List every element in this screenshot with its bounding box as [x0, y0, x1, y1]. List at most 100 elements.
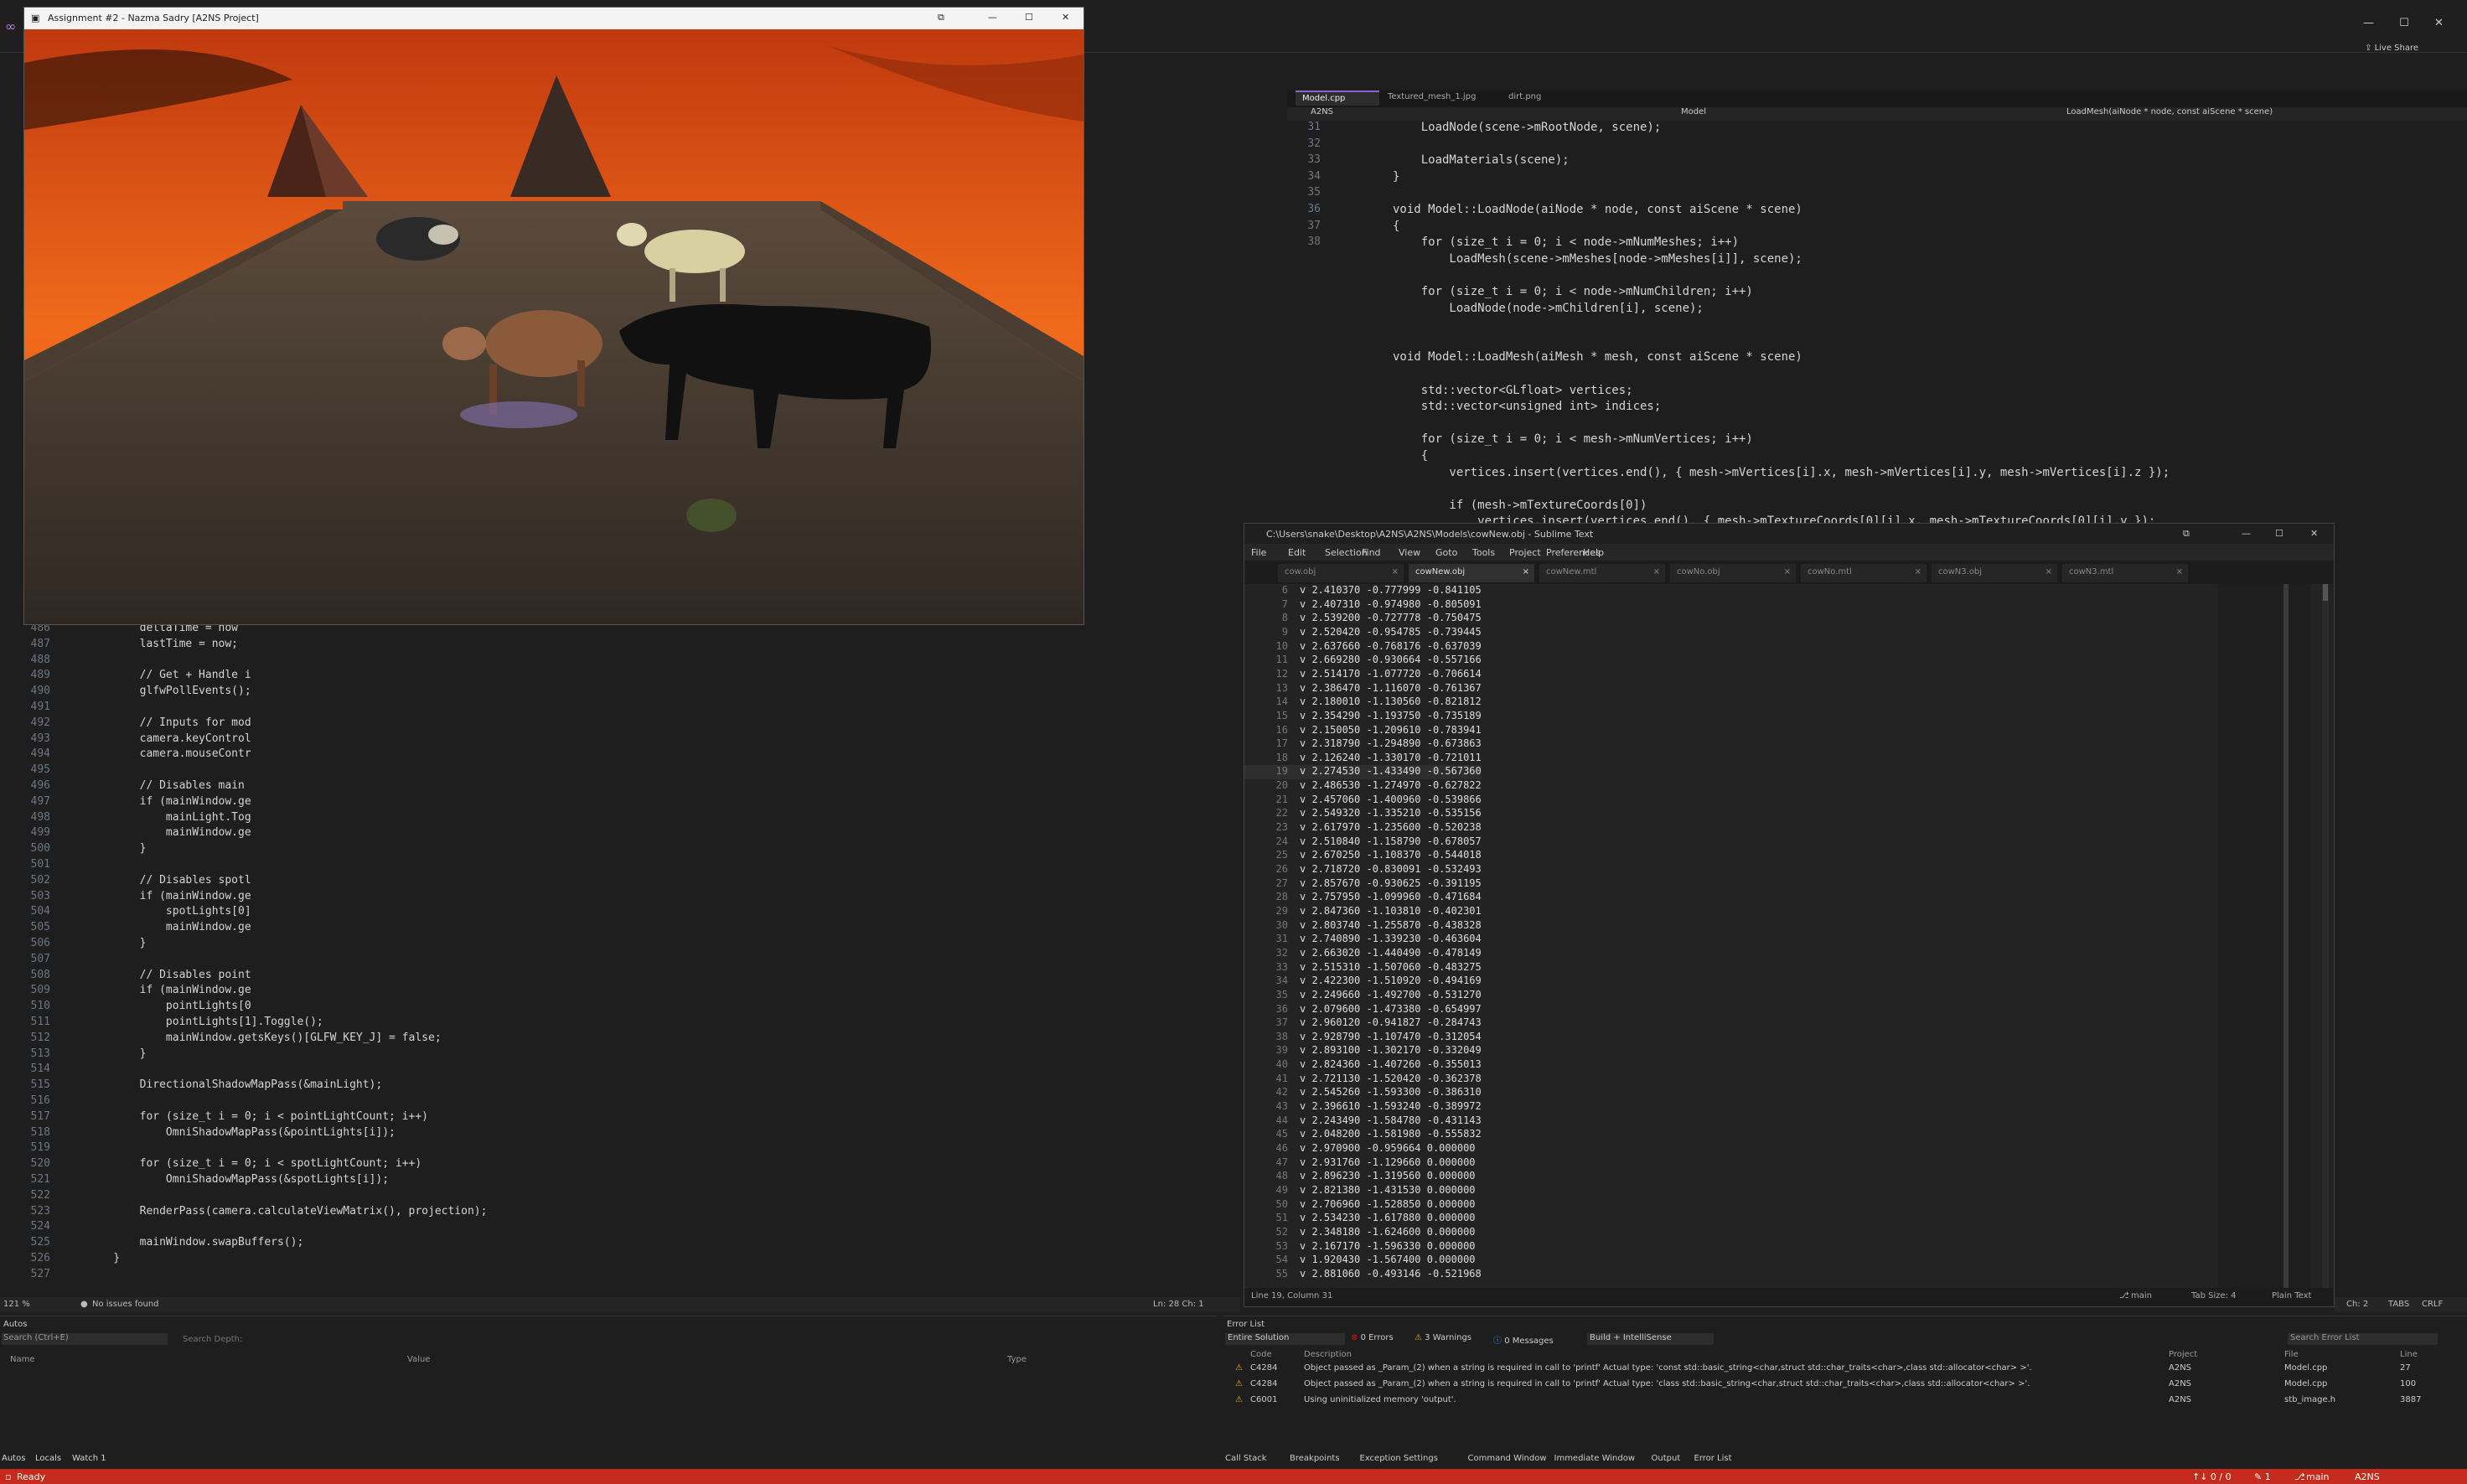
menu-item-find[interactable]: Find [1362, 547, 1381, 558]
close-icon[interactable]: × [1915, 567, 1921, 577]
close-icon[interactable]: × [1653, 567, 1660, 577]
line-number: 20 [1275, 779, 1288, 792]
scope-dropdown[interactable]: A2NS [1311, 107, 1333, 116]
git-repo[interactable]: A2NS [2355, 1471, 2380, 1482]
tab-size[interactable]: Tab Size: 4 [2191, 1291, 2237, 1300]
code-editor[interactable]: Model.cpp Textured_mesh_1.jpg dirt.png A… [1287, 87, 2467, 528]
sublime-window[interactable]: C:\Users\snake\Desktop\A2NS\A2NS\Models\… [1244, 523, 2335, 1307]
tab-command-window[interactable]: Command Window [1468, 1454, 1547, 1463]
menu-item-help[interactable]: Help [1583, 547, 1604, 558]
warnings-filter[interactable]: ⚠ 3 Warnings [1415, 1333, 1471, 1342]
tab-exception-settings[interactable]: Exception Settings [1360, 1454, 1438, 1463]
maximize-button[interactable]: ☐ [1025, 12, 1033, 23]
sublime-tab[interactable]: cow.obj × [1278, 564, 1404, 582]
game-title: Assignment #2 - Nazma Sadry [A2NS Projec… [48, 13, 259, 23]
line-number: 527 [30, 1267, 50, 1280]
method-dropdown[interactable]: LoadMesh(aiNode * node, const aiScene * … [2066, 107, 2273, 116]
sublime-tab[interactable]: cowN3.obj × [1932, 564, 2057, 582]
tab-locals[interactable]: Locals [35, 1454, 61, 1463]
sublime-tab[interactable]: cowNo.obj × [1670, 564, 1796, 582]
maximize-button[interactable]: ☐ [2275, 528, 2283, 539]
menu-item-edit[interactable]: Edit [1288, 547, 1306, 558]
error-line: 27 [2400, 1363, 2411, 1373]
close-icon[interactable]: × [2045, 567, 2052, 577]
tab-immediate-window[interactable]: Immediate Window [1554, 1454, 1636, 1463]
code-text: // Get + Handle i [87, 669, 251, 682]
messages-filter[interactable]: ⓘ 0 Messages [1493, 1333, 1554, 1346]
tab-output[interactable]: Output [1652, 1454, 1681, 1463]
minimize-button[interactable]: — [2242, 528, 2251, 539]
game-window[interactable]: ▣ Assignment #2 - Nazma Sadry [A2NS Proj… [23, 7, 1084, 625]
indent-mode[interactable]: TABS [2388, 1300, 2409, 1309]
close-icon[interactable]: × [2176, 567, 2183, 577]
git-changes[interactable]: ✎ 1 [2254, 1471, 2271, 1482]
line-text: v 2.486530 -1.274970 -0.627822 [1300, 779, 1482, 792]
syntax-label[interactable]: Plain Text [2272, 1291, 2311, 1300]
line-text: v 2.167170 -1.596330 0.000000 [1300, 1239, 1476, 1252]
scrollbar[interactable] [2322, 584, 2329, 1295]
main-cpp-editor[interactable]: 486 deltaTime = now 487 lastTime = now; 48… [0, 622, 1240, 1300]
menu-item-tools[interactable]: Tools [1472, 547, 1495, 558]
sublime-tab[interactable]: cowN3.mtl × [2062, 564, 2188, 582]
live-share-button[interactable]: ⇪ Live Share [2365, 44, 2418, 53]
sublime-text-area[interactable]: 6 v 2.410370 -0.777999 -0.841105 7 v 2.4073… [1244, 584, 2216, 1295]
errors-filter[interactable]: ⊗ 0 Errors [1351, 1333, 1394, 1342]
close-icon[interactable]: × [1784, 567, 1791, 577]
text-line: 13 v 2.386470 -1.116070 -0.761367 [1244, 682, 1482, 696]
tab-textured-mesh[interactable]: Textured_mesh_1.jpg [1381, 90, 1498, 106]
tab-breakpoints[interactable]: Breakpoints [1290, 1454, 1340, 1463]
text-line: 32 v 2.663020 -1.440490 -0.478149 [1244, 947, 1482, 961]
menu-item-file[interactable]: File [1251, 547, 1266, 558]
autos-search-input[interactable]: Search (Ctrl+E) [2, 1333, 168, 1345]
minimize-button[interactable]: — [2363, 17, 2374, 29]
line-number: 19 [1275, 765, 1288, 778]
code-text: mainWindow.ge [87, 921, 251, 934]
error-row[interactable]: ⚠ C4284 Object passed as _Param_(2) when a… [1223, 1363, 2464, 1378]
minimize-button[interactable]: — [988, 12, 997, 23]
error-row[interactable]: ⚠ C4284 Object passed as _Param_(2) when a… [1223, 1379, 2464, 1394]
menu-item-view[interactable]: View [1399, 547, 1420, 558]
capture-icon[interactable]: ⧉ [2183, 528, 2190, 540]
tab-call-stack[interactable]: Call Stack [1225, 1454, 1267, 1463]
tab-watch[interactable]: Watch 1 [72, 1454, 106, 1463]
line-text: v 2.457060 -1.400960 -0.539866 [1300, 793, 1482, 805]
sublime-tab[interactable]: cowNew.mtl × [1539, 564, 1665, 582]
line-endings[interactable]: CRLF [2422, 1300, 2443, 1309]
git-branch[interactable]: main [2306, 1471, 2329, 1482]
error-row[interactable]: ⚠ C6001 Using uninitialized memory 'output… [1223, 1395, 2464, 1410]
line-text: v 2.931760 -1.129660 0.000000 [1300, 1156, 1476, 1168]
minimap[interactable] [2218, 584, 2310, 1295]
cursor-position: Ln: 28 Ch: 1 [1153, 1300, 1204, 1309]
tab-autos[interactable]: Autos [2, 1454, 25, 1463]
error-code: C4284 [1250, 1363, 1278, 1373]
tab-error-list[interactable]: Error List [1694, 1454, 1732, 1463]
code-text: camera.mouseContr [87, 747, 251, 761]
branch-label[interactable]: main [2131, 1291, 2152, 1300]
line-text: v 2.150050 -1.209610 -0.783941 [1300, 723, 1482, 736]
scope-dropdown[interactable]: Entire Solution [1225, 1333, 1345, 1345]
line-number: 15 [1275, 709, 1288, 721]
sublime-tab[interactable]: cowNo.mtl × [1801, 564, 1927, 582]
line-number: 32 [1275, 946, 1288, 959]
close-icon[interactable]: × [1523, 567, 1529, 577]
capture-icon[interactable]: ⧉ [938, 12, 944, 23]
close-button[interactable]: ✕ [2310, 528, 2318, 539]
close-icon[interactable]: × [1392, 567, 1399, 577]
line-text: v 2.893100 -1.302170 -0.332049 [1300, 1044, 1482, 1057]
code-area[interactable]: 31 LoadNode(scene->mRootNode, scene); 32 3… [1287, 121, 2467, 528]
close-button[interactable]: ✕ [1062, 12, 1069, 23]
error-search-input[interactable]: Search Error List [2288, 1333, 2438, 1345]
maximize-button[interactable]: ☐ [2399, 17, 2409, 29]
close-button[interactable]: ✕ [2434, 17, 2444, 29]
git-sync[interactable]: ↑↓ 0 / 0 [2192, 1471, 2232, 1482]
tab-dirt-png[interactable]: dirt.png [1502, 90, 1569, 106]
menu-item-project[interactable]: Project [1509, 547, 1541, 558]
zoom-level[interactable]: 121 % [3, 1300, 30, 1309]
tab-model-cpp[interactable]: Model.cpp [1296, 90, 1379, 106]
render-viewport[interactable] [24, 29, 1084, 624]
menu-item-goto[interactable]: Goto [1435, 547, 1457, 558]
build-filter-dropdown[interactable]: Build + IntelliSense [1587, 1333, 1714, 1345]
error-project: A2NS [2169, 1363, 2192, 1373]
sublime-tab[interactable]: cowNew.obj × [1409, 564, 1534, 582]
class-dropdown[interactable]: Model [1681, 107, 1706, 116]
